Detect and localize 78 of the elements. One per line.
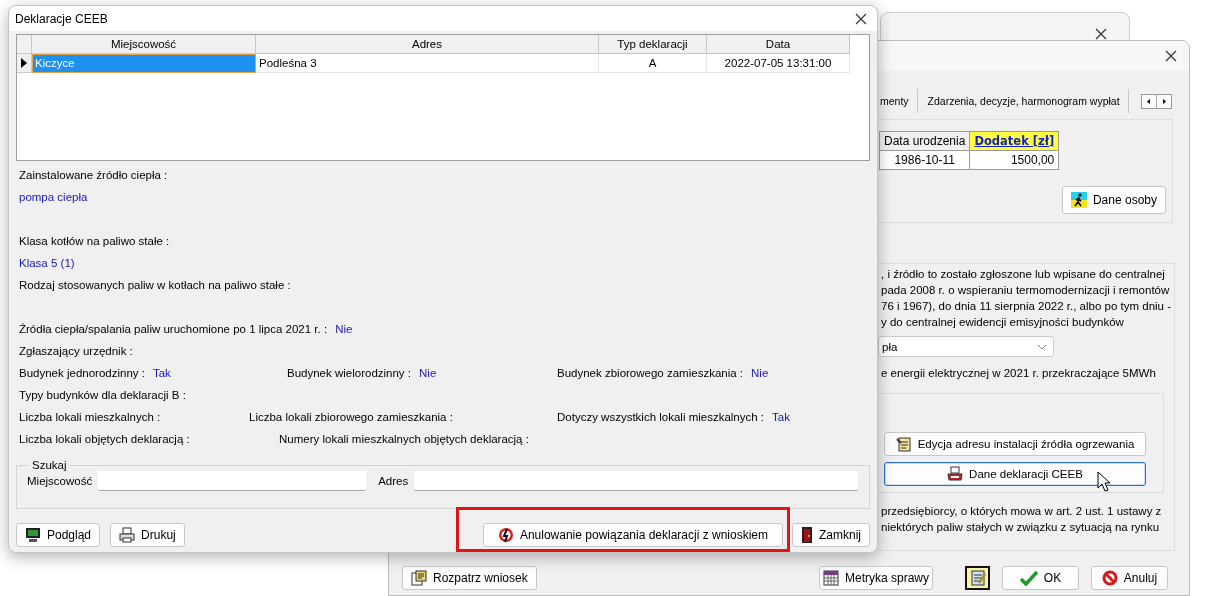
column-header[interactable]: Dodatek [zł] (969, 131, 1059, 151)
field-value: Nie (419, 366, 437, 381)
table-cell[interactable]: Podleśna 3 (256, 54, 599, 73)
printer-icon (947, 466, 964, 482)
cursor-icon (1097, 471, 1110, 492)
walking-person-icon (1070, 192, 1087, 208)
close-button[interactable]: Zamknij (792, 523, 870, 547)
tab[interactable]: Zdarzenia, decyzje, harmonogram wypłat (925, 89, 1129, 113)
document-edit-icon (895, 436, 912, 452)
column-header[interactable]: Typ deklaracji (599, 35, 707, 54)
field-label: Budynek jednorodzinny : (19, 366, 145, 381)
row-header[interactable] (17, 54, 32, 73)
window-title: Deklaracje CEEB (15, 11, 108, 26)
calendar-icon (823, 570, 839, 586)
field-label: Numery lokali mieszkalnych objętych deklaracją : (279, 432, 529, 447)
field-value: Tak (772, 410, 790, 425)
cancel-button[interactable]: Anuluj (1091, 566, 1168, 590)
field-label: Zgłaszający urzędnik : (19, 344, 133, 359)
close-icon[interactable] (1095, 28, 1107, 40)
field-label: Typy budynków dla deklaracji B : (19, 388, 186, 403)
description-text: y do centralnej ewidencji emisyjności budynków (881, 315, 1125, 330)
field-value: Klasa 5 (1) (19, 257, 75, 269)
column-header[interactable]: Adres (256, 35, 599, 54)
column-header[interactable]: Miejscowość (32, 35, 256, 54)
field-label: Miejscowość (27, 475, 93, 487)
field-value: Nie (751, 366, 769, 381)
field-label: Źródła ciepła/spalania paliw uruchomione po 1 lipca 2021 r. : (19, 322, 328, 337)
ok-button[interactable]: OK (1002, 566, 1079, 590)
edit-address-button[interactable]: Edycja adresu instalacji źródła ogrzewania (884, 432, 1146, 456)
field-label: Liczba lokali mieszkalnych : (19, 410, 161, 425)
field-label: Klasa kotłów na paliwo stałe : (19, 235, 170, 247)
case-record-button[interactable]: Metryka sprawy (819, 566, 933, 590)
prohibited-icon (1101, 570, 1118, 586)
column-header[interactable]: Data urodzenia (879, 131, 970, 151)
close-icon[interactable] (855, 12, 867, 25)
field-value: pompa ciepła (19, 191, 88, 203)
printer-icon (119, 527, 136, 543)
column-header[interactable]: Data (707, 35, 850, 54)
review-button[interactable]: Rozpatrz wniosek (402, 566, 537, 590)
search-field[interactable] (414, 471, 858, 491)
prohibited-icon (497, 527, 514, 543)
person-button[interactable]: Dane osoby (1061, 186, 1166, 214)
table-cell[interactable]: 2022-07-05 13:31:00 (707, 54, 850, 73)
ceeb-declaration-button[interactable]: Dane deklaracji CEEB (884, 462, 1146, 486)
search-field[interactable] (98, 471, 367, 491)
monitor-icon (25, 527, 41, 543)
field-label: Zainstalowane źródło ciepła : (19, 169, 168, 181)
door-icon (801, 527, 813, 543)
field-label: Adres (378, 475, 409, 487)
description-text: pada 2008 r. o wspieraniu termomodernizacji i remontów (881, 283, 1171, 298)
field-label: Liczba lokali objętych deklaracją : (19, 432, 190, 447)
description-text: , i źródło to zostało zgłoszone lub wpisane do centralnej (881, 267, 1166, 282)
description-text: niektórych paliw stałych w związku z sytuacją na rynku (881, 520, 1161, 535)
close-icon[interactable] (1165, 50, 1177, 62)
heat-source-dropdown[interactable]: pła (878, 336, 1054, 357)
description-text: przedsiębiorcy, o których mowa w art. 2 ust. 1 ustawy z (881, 504, 1163, 519)
table-cell: 1500,00 (969, 150, 1059, 170)
notepad-icon (968, 569, 987, 587)
field-label: Budynek wielorodzinny : (287, 366, 411, 381)
unlink-declaration-button[interactable]: Anulowanie powiązania deklaracji z wnioskiem (483, 523, 783, 547)
grid-corner (17, 35, 32, 54)
preview-button[interactable]: Podgląd (16, 523, 101, 547)
field-value: Nie (335, 322, 353, 337)
table-cell: 1986-10-11 (879, 150, 970, 170)
chevron-down-icon (1037, 343, 1047, 350)
group-title: Szukaj (31, 459, 68, 471)
field-label: Liczba lokali zbiorowego zamieszkania : (249, 410, 453, 425)
field-label: Rodzaj stosowanych paliw w kotłach na paliwo stałe : (19, 279, 291, 291)
table-cell[interactable]: A (599, 54, 707, 73)
notes-button[interactable] (965, 566, 990, 590)
description-text: e energii elektrycznej w 2021 r. przekraczające 5MWh (881, 366, 1157, 381)
description-text: 76 i 1967), do dnia 11 sierpnia 2022 r., albo po tym dniu - (881, 299, 1173, 314)
field-value: Tak (152, 366, 171, 381)
field-label: Dotyczy wszystkich lokali mieszkalnych : (557, 410, 765, 425)
print-button[interactable]: Drukuj (110, 523, 185, 547)
document-icon (411, 570, 427, 586)
checkmark-icon (1019, 570, 1038, 586)
field-label: Budynek zbiorowego zamieszkania : (557, 366, 744, 381)
